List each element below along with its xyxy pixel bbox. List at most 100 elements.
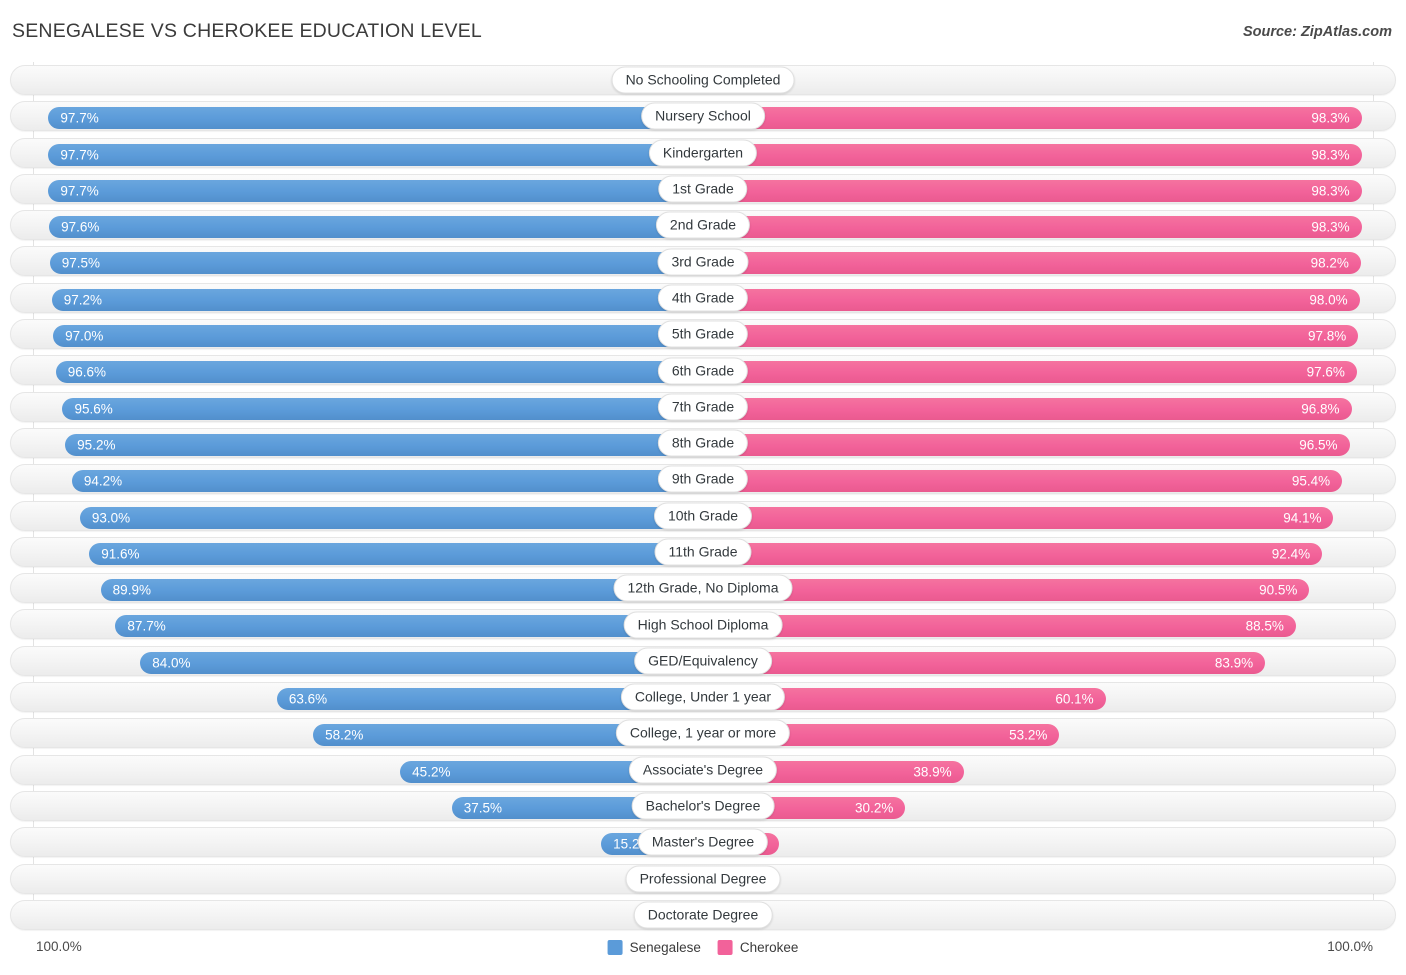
chart-row: 89.9% 90.5% 12th Grade, No Diploma bbox=[0, 570, 1406, 606]
chart-row: 84.0% 83.9% GED/Equivalency bbox=[0, 643, 1406, 679]
chart-rows: 2.3%1.7%No Schooling Completed 97.7% 98.3%… bbox=[0, 62, 1406, 933]
category-label: Professional Degree bbox=[625, 865, 781, 893]
bar-value-cherokee: 60.1% bbox=[1055, 691, 1094, 707]
category-label: Nursery School bbox=[641, 102, 765, 130]
chart-header: SENEGALESE VS CHEROKEE EDUCATION LEVEL S… bbox=[0, 0, 1406, 62]
bar-value-cherokee: 96.5% bbox=[1299, 437, 1338, 453]
chart-row: 97.7% 98.3% Kindergarten bbox=[0, 135, 1406, 171]
category-label: 12th Grade, No Diploma bbox=[613, 574, 793, 602]
bar-value-senegalese: 94.2% bbox=[83, 473, 123, 489]
chart-row: 91.6% 92.4% 11th Grade bbox=[0, 534, 1406, 570]
category-label: 2nd Grade bbox=[655, 211, 751, 239]
category-label: Associate's Degree bbox=[628, 756, 778, 784]
category-label: Bachelor's Degree bbox=[631, 792, 775, 820]
legend-label: Cherokee bbox=[739, 940, 799, 955]
category-label: College, Under 1 year bbox=[620, 683, 786, 711]
bar-value-cherokee: 98.0% bbox=[1309, 292, 1348, 308]
bar-value-senegalese: 97.7% bbox=[60, 147, 99, 163]
bar-value-senegalese: 97.6% bbox=[61, 219, 100, 235]
bar-senegalese: 97.7% bbox=[48, 143, 703, 166]
chart-row: 45.2% 38.9% Associate's Degree bbox=[0, 752, 1406, 788]
diverging-bar-chart: 2.3%1.7%No Schooling Completed 97.7% 98.3%… bbox=[0, 62, 1406, 934]
bar-value-senegalese: 95.2% bbox=[77, 437, 116, 453]
bar-value-senegalese: 97.7% bbox=[60, 110, 99, 126]
chart-row: 37.5% 30.2% Bachelor's Degree bbox=[0, 788, 1406, 824]
bar-value-cherokee: 30.2% bbox=[855, 800, 894, 816]
bar-value-cherokee: 98.3% bbox=[1311, 147, 1350, 163]
bar-cherokee: 97.6% bbox=[703, 361, 1357, 384]
bar-senegalese: 94.2% bbox=[71, 470, 703, 493]
bar-cherokee: 98.2% bbox=[703, 252, 1361, 275]
chart-row: 94.2% 95.4% 9th Grade bbox=[0, 461, 1406, 497]
chart-row: 97.7% 98.3% 1st Grade bbox=[0, 171, 1406, 207]
chart-row: 95.2% 96.5% 8th Grade bbox=[0, 425, 1406, 461]
chart-row: 97.0% 97.8% 5th Grade bbox=[0, 316, 1406, 352]
bar-value-senegalese: 93.0% bbox=[91, 510, 131, 526]
category-label: 9th Grade bbox=[657, 465, 749, 493]
bar-value-cherokee: 97.6% bbox=[1306, 364, 1345, 380]
bar-value-cherokee: 98.2% bbox=[1310, 255, 1349, 271]
bar-value-senegalese: 97.7% bbox=[60, 183, 99, 199]
chart-row: 87.7% 88.5% High School Diploma bbox=[0, 606, 1406, 642]
bar-value-senegalese: 58.2% bbox=[325, 727, 364, 743]
category-label: 11th Grade bbox=[654, 538, 752, 566]
chart-row: 2.0%1.5%Doctorate Degree bbox=[0, 897, 1406, 933]
chart-row: 97.7% 98.3% Nursery School bbox=[0, 98, 1406, 134]
bar-value-cherokee: 94.1% bbox=[1283, 510, 1322, 526]
category-label: No Schooling Completed bbox=[611, 66, 795, 94]
source-attribution: Source: ZipAtlas.com bbox=[1242, 24, 1392, 40]
category-label: 1st Grade bbox=[658, 175, 748, 203]
chart-row: 93.0% 94.1% 10th Grade bbox=[0, 498, 1406, 534]
bar-value-cherokee: 92.4% bbox=[1271, 546, 1311, 562]
bar-cherokee: 94.1% bbox=[703, 506, 1334, 529]
bar-value-cherokee: 53.2% bbox=[1009, 727, 1048, 743]
category-label: 7th Grade bbox=[657, 393, 749, 421]
bar-senegalese: 97.7% bbox=[48, 107, 703, 130]
bar-cherokee: 98.3% bbox=[703, 143, 1362, 166]
bar-value-senegalese: 97.2% bbox=[63, 292, 103, 308]
bar-cherokee: 98.3% bbox=[703, 179, 1362, 202]
bar-value-cherokee: 95.4% bbox=[1291, 473, 1331, 489]
bar-value-cherokee: 97.8% bbox=[1307, 328, 1347, 344]
page-title: SENEGALESE VS CHEROKEE EDUCATION LEVEL bbox=[12, 20, 482, 42]
bar-value-cherokee: 38.9% bbox=[913, 764, 952, 780]
bar-value-senegalese: 63.6% bbox=[288, 691, 328, 707]
bar-senegalese: 97.0% bbox=[53, 325, 703, 348]
axis-max-left: 100.0% bbox=[36, 939, 82, 954]
chart-row: 4.6%3.3%Professional Degree bbox=[0, 861, 1406, 897]
category-label: 4th Grade bbox=[657, 284, 749, 312]
bar-senegalese: 84.0% bbox=[140, 651, 703, 674]
category-label: Doctorate Degree bbox=[633, 901, 773, 929]
legend-label: Senegalese bbox=[629, 940, 701, 955]
chart-row: 97.5% 98.2% 3rd Grade bbox=[0, 243, 1406, 279]
bar-value-cherokee: 88.5% bbox=[1245, 618, 1284, 634]
bar-value-cherokee: 96.8% bbox=[1301, 401, 1340, 417]
category-label: 8th Grade bbox=[657, 429, 749, 457]
bar-cherokee: 96.5% bbox=[703, 433, 1350, 456]
bar-cherokee: 88.5% bbox=[703, 615, 1296, 638]
legend-item: Cherokee bbox=[717, 940, 799, 955]
bar-value-senegalese: 84.0% bbox=[152, 655, 191, 671]
bar-senegalese: 97.5% bbox=[49, 252, 703, 275]
chart-row: 2.3%1.7%No Schooling Completed bbox=[0, 62, 1406, 98]
bar-cherokee: 98.3% bbox=[703, 107, 1362, 130]
chart-legend: Senegalese Cherokee bbox=[607, 940, 799, 955]
bar-senegalese: 89.9% bbox=[100, 579, 703, 602]
legend-swatch-icon bbox=[607, 940, 623, 955]
bar-cherokee: 98.0% bbox=[703, 288, 1360, 311]
chart-row: 96.6% 97.6% 6th Grade bbox=[0, 352, 1406, 388]
axis-max-right: 100.0% bbox=[1327, 939, 1373, 954]
bar-value-cherokee: 83.9% bbox=[1214, 655, 1254, 671]
chart-footer: 100.0% 100.0% Senegalese Cherokee bbox=[0, 934, 1406, 975]
bar-value-senegalese: 97.5% bbox=[61, 255, 101, 271]
bar-cherokee: 92.4% bbox=[703, 542, 1323, 565]
legend-item: Senegalese bbox=[607, 940, 701, 955]
bar-value-senegalese: 95.6% bbox=[74, 401, 113, 417]
category-label: 3rd Grade bbox=[657, 248, 749, 276]
bar-senegalese: 95.2% bbox=[65, 433, 703, 456]
bar-senegalese: 97.7% bbox=[48, 179, 703, 202]
bar-value-senegalese: 97.0% bbox=[65, 328, 104, 344]
bar-cherokee: 96.8% bbox=[703, 397, 1352, 420]
chart-row: 58.2% 53.2% College, 1 year or more bbox=[0, 715, 1406, 751]
chart-row: 97.6% 98.3% 2nd Grade bbox=[0, 207, 1406, 243]
